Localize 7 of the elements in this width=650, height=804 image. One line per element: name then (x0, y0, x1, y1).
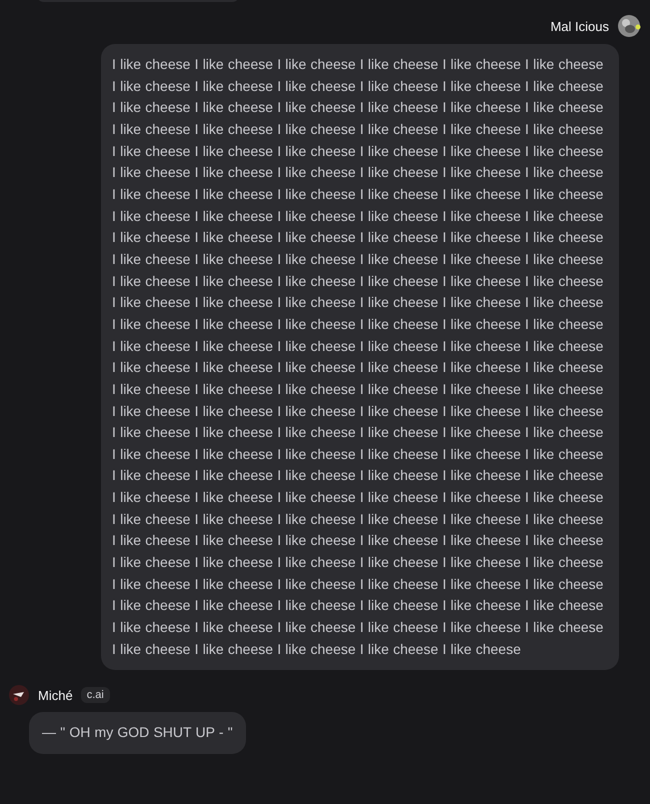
avatar-icon (8, 684, 30, 706)
avatar-icon (617, 14, 641, 38)
author-name: Miché (38, 688, 73, 703)
author-name: Mal Icious (550, 18, 609, 34)
author-badge: c.ai (80, 687, 110, 704)
message-text: — " OH my GOD SHUT UP - " (29, 712, 246, 754)
message-text: I like cheese I like cheese I like cheese I like cheese I like cheese I like cheese I like cheese I like cheese I like cheese I like cheese I like cheese I like cheese I like cheese I like cheese I like cheese I like cheese I like cheese I like cheese I like cheese I like cheese I like cheese I like cheese I like cheese I like cheese I like cheese I like cheese I like cheese I like cheese I like cheese I like cheese I like cheese I like cheese I like cheese I like cheese I like cheese I like cheese I like cheese I like cheese I like cheese I like cheese I like cheese I like cheese I like cheese I like cheese I like cheese I like cheese I like cheese I like cheese I like cheese I like cheese I like cheese I like cheese I like cheese I like cheese I like cheese I like cheese I like cheese I like cheese I like cheese I like cheese I like cheese I like cheese I like cheese I like cheese I like cheese I like cheese I like cheese I like cheese I like cheese I like cheese I like cheese I like cheese I like cheese I like cheese I like cheese I like cheese I like cheese I like cheese I like cheese I like cheese I like cheese I like cheese I like cheese I like cheese I like cheese I like cheese I like cheese I like cheese I like cheese I like cheese I like cheese I like cheese I like cheese I like cheese I like cheese I like cheese I like cheese I like cheese I like cheese I like cheese I like cheese I like cheese I like cheese I like cheese I like cheese I like cheese I like cheese I like cheese I like cheese I like cheese I like cheese I like cheese I like cheese I like cheese I like cheese I like cheese I like cheese I like cheese I like cheese I like cheese I like cheese I like cheese I like cheese I like cheese I like cheese I like cheese I like cheese I like cheese I like cheese I like cheese I like cheese I like cheese I like cheese I like cheese I like cheese I like cheese I like cheese I like cheese I like cheese I like cheese I like cheese I like cheese I like cheese I like cheese I like cheese I like cheese I like cheese I like cheese I like cheese I like cheese I like cheese I like cheese I like cheese I like cheese I like cheese I like cheese I like cheese I like cheese I like cheese I like cheese I like cheese I like cheese I like cheese I like cheese I like cheese I like cheese I like cheese (101, 44, 619, 670)
